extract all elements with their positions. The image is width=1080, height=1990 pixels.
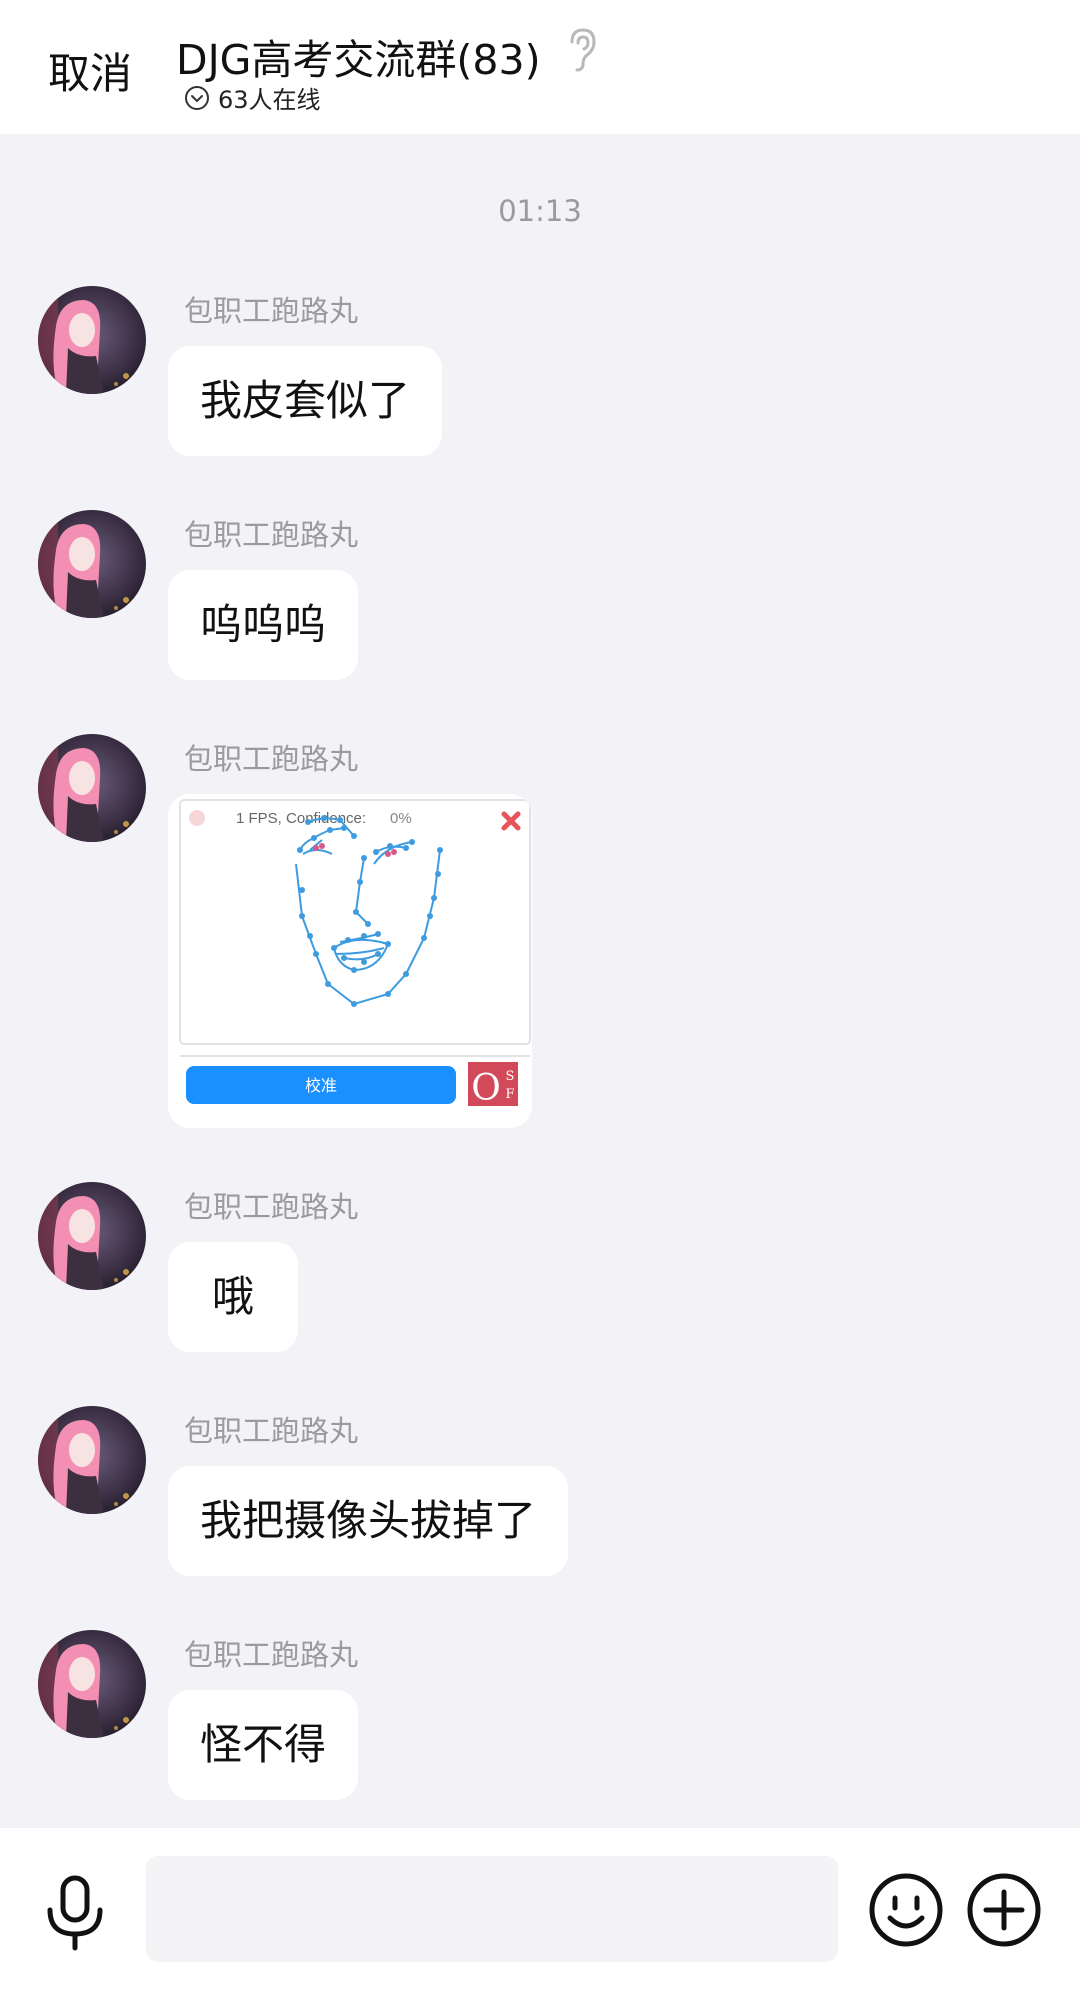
avatar[interactable] xyxy=(38,1630,146,1738)
input-bar xyxy=(0,1828,1080,1990)
group-title[interactable]: DJG高考交流群(83) xyxy=(176,26,541,86)
fps-text: 1 FPS, Confidence: xyxy=(236,810,366,827)
avatar[interactable] xyxy=(38,510,146,618)
message-bubble[interactable]: 我把摄像头拔掉了 xyxy=(168,1466,569,1576)
plus-circle-icon[interactable] xyxy=(966,1872,1042,1948)
message-input[interactable] xyxy=(146,1856,838,1962)
microphone-icon[interactable] xyxy=(42,1874,108,1952)
sender-name: 包职工跑路丸 xyxy=(184,1190,359,1224)
message-bubble[interactable]: 哦 xyxy=(168,1242,299,1352)
sender-name: 包职工跑路丸 xyxy=(184,1414,359,1448)
avatar[interactable] xyxy=(38,1182,146,1290)
sender-name: 包职工跑路丸 xyxy=(184,294,359,328)
smiley-icon[interactable] xyxy=(868,1872,944,1948)
calibrate-button-label: 校准 xyxy=(305,1076,337,1095)
face-tracking-screenshot: 1 FPS, Confidence: 0% 校准 O S F xyxy=(168,794,532,1128)
osf-logo: O S F xyxy=(468,1062,518,1109)
online-status[interactable]: 63人在线 xyxy=(184,80,321,115)
cancel-button[interactable]: 取消 xyxy=(48,40,132,101)
avatar[interactable] xyxy=(38,1406,146,1514)
sender-name: 包职工跑路丸 xyxy=(184,1638,359,1672)
message-bubble[interactable]: 我皮套似了 xyxy=(168,346,443,456)
confidence-value: 0% xyxy=(390,810,412,827)
message-bubble[interactable]: 怪不得 xyxy=(168,1690,359,1800)
svg-text:F: F xyxy=(505,1087,514,1102)
sender-name: 包职工跑路丸 xyxy=(184,742,359,776)
svg-text:O: O xyxy=(471,1068,501,1109)
online-count: 63人在线 xyxy=(218,86,321,114)
ear-icon[interactable] xyxy=(564,26,600,72)
avatar[interactable] xyxy=(38,286,146,394)
message-timestamp: 01:13 xyxy=(498,194,582,228)
chat-header: 取消 DJG高考交流群(83) 63人在线 xyxy=(0,0,1080,134)
message-bubble[interactable]: 呜呜呜 xyxy=(168,570,359,680)
avatar[interactable] xyxy=(38,734,146,842)
chevron-circle-icon xyxy=(185,85,209,110)
image-message[interactable]: 1 FPS, Confidence: 0% 校准 O S F xyxy=(168,794,532,1128)
svg-text:S: S xyxy=(506,1069,515,1084)
sender-name: 包职工跑路丸 xyxy=(184,518,359,552)
